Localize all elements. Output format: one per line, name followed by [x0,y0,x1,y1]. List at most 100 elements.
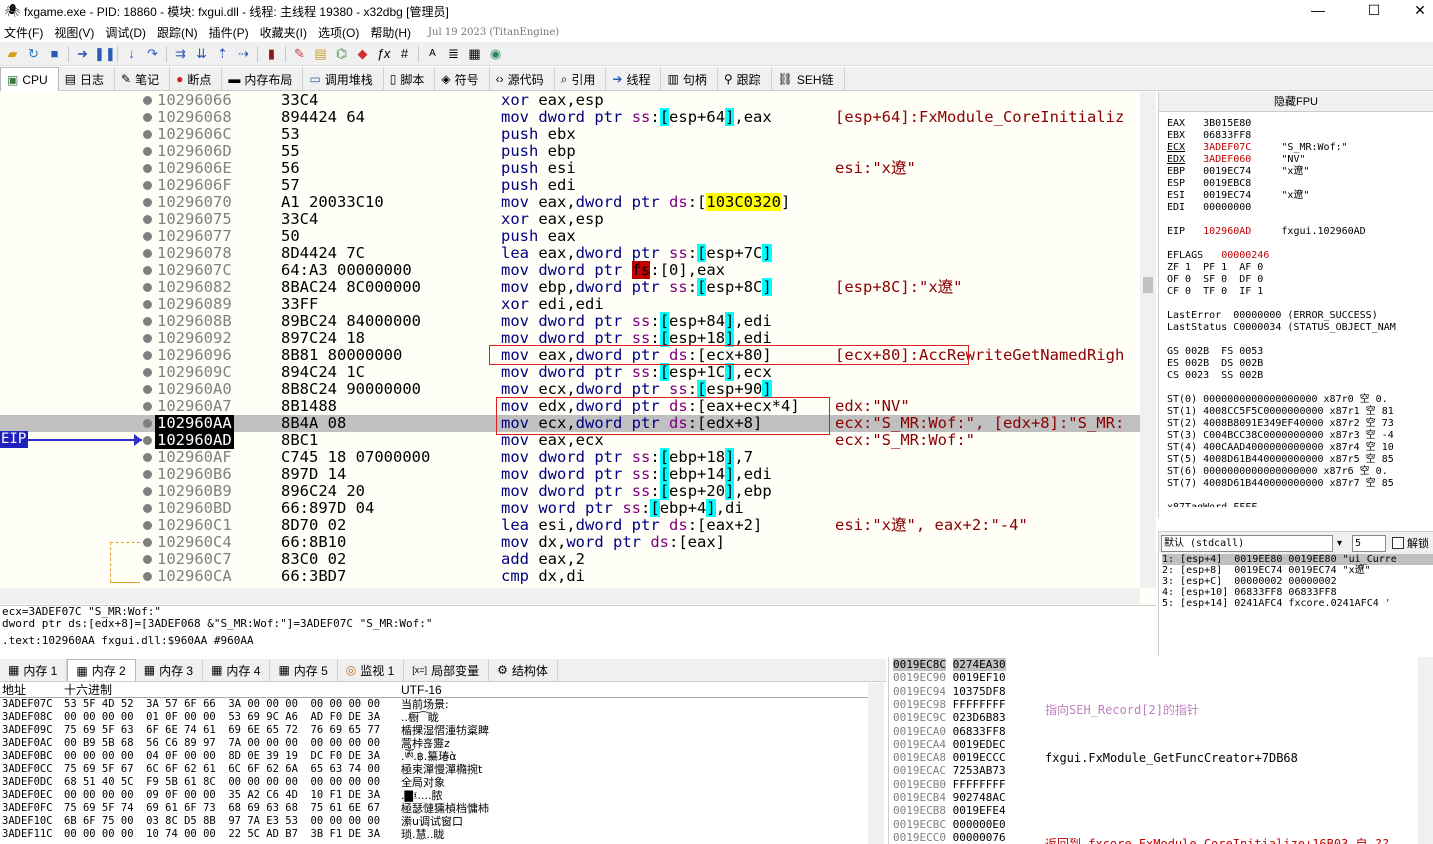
disasm-row[interactable]: 10296089 33FF xor edi,edi [0,296,1140,313]
tab-dump-5[interactable]: ▦ 内存 5 [270,659,338,681]
breakpoint-dot[interactable] [143,504,152,513]
menu-plugins[interactable]: 插件(P) [205,24,256,41]
breakpoint-dot[interactable] [143,130,152,139]
tab-references[interactable]: ⌕ 引用 [555,67,607,91]
stack-vscroll[interactable] [1418,657,1433,844]
register-line[interactable]: EDI 00000000 [1167,202,1433,214]
register-line[interactable]: EFLAGS 00000246 [1167,250,1433,262]
register-line[interactable]: EAX 3B015E80 [1167,118,1433,130]
disasm-row[interactable]: 10296078 8D4424 7C lea eax,dword ptr ss:[e… [0,244,1140,262]
patch-icon[interactable]: ✎ [290,44,309,63]
register-line[interactable] [1167,238,1433,250]
menu-help[interactable]: 帮助(H) [366,24,418,41]
register-line[interactable]: ST(1) 4008CC5F5C0000000000 x87r1 空 81 [1167,406,1433,418]
tab-struct[interactable]: ⚙ 结构体 [489,659,558,681]
register-line[interactable]: ST(4) 400CAAD4000000000000 x87r4 空 10 [1167,442,1433,454]
arg-count-spinner[interactable]: 5 [1352,534,1387,552]
tab-handles[interactable]: ▥ 句柄 [661,67,718,91]
disassembly-view[interactable]: 10296066 33C4 xor eax,esp 10296068 894424 64… [0,92,1156,605]
tab-threads[interactable]: ➔ 线程 [606,67,662,91]
register-line[interactable] [1167,382,1433,394]
maximize-button[interactable]: ☐ [1351,0,1397,22]
breakpoint-dot[interactable] [143,96,152,105]
stack-row[interactable]: 0019ECA8 0019ECCC [893,751,1006,764]
disasm-row[interactable]: 10296082 8BAC24 8C000000 mov ebp,dword ptr… [0,278,1140,296]
run-to-user-code-icon[interactable]: ⇢ [234,44,253,63]
register-line[interactable] [1167,298,1433,310]
register-line[interactable]: ST(3) C004BCC38C0000000000 x87r3 空 -4 [1167,430,1433,442]
dump-row[interactable]: 3ADEF07C 53 5F 4D 52 3A 57 6F 66 3A 00 00… [0,698,870,711]
argument-line[interactable]: 3: [esp+C] 00000002 00000002 [1162,576,1433,587]
stack-row[interactable]: 0019ECAC 7253AB73 [893,764,1006,777]
dump-row[interactable]: 3ADEF0AC 00 B9 5B 68 56 C6 89 97 7A 00 00… [0,737,870,750]
pause-icon[interactable]: ❚❚ [94,44,116,63]
globe-icon[interactable]: ◉ [486,44,505,63]
menu-favourites[interactable]: 收藏夹(I) [256,24,314,41]
dump-row[interactable]: 3ADEF0CC 75 69 5F 67 6C 6F 62 61 6C 6F 62… [0,763,870,776]
stack-row[interactable]: 0019ECA0 06833FF8 [893,725,1006,738]
stack-row[interactable]: 0019ECB4 902748AC [893,791,1006,804]
tab-source[interactable]: ‹› 源代码 [490,67,555,91]
register-line[interactable] [1167,490,1433,502]
stack-row[interactable]: 0019ECBC 000000E0 [893,818,1006,831]
breakpoint-dot[interactable] [143,113,152,122]
run-icon[interactable]: ➜ [73,44,92,63]
step-over-icon[interactable]: ↷ [143,44,162,63]
register-line[interactable]: OF 0 SF 0 DF 0 [1167,274,1433,286]
disasm-row[interactable]: 1029606F 57 push edi [0,177,1140,194]
breakpoint-dot[interactable] [143,283,152,292]
dump-row[interactable]: 3ADEF0BC 00 00 00 00 04 0F 00 00 8D 0E 39… [0,750,870,763]
tab-trace[interactable]: ⚲ 跟踪 [718,67,772,91]
stack-row[interactable]: 0019EC9C 023D6B83 [893,711,1006,724]
disasm-row[interactable]: 102960A0 8B8C24 90000000 mov ecx,dword ptr… [0,380,1140,398]
disasm-row[interactable]: 1029606E 56 push esi esi:"x遼" [0,160,1140,177]
font-icon[interactable]: A [423,44,442,63]
hide-fpu-button[interactable]: 隐藏FPU [1159,92,1433,112]
breakpoint-dot[interactable] [143,334,152,343]
register-line[interactable]: CS 0023 SS 002B [1167,370,1433,382]
disasm-row[interactable]: 102960C4 66:8B10 mov dx,word ptr ds:[eax] [0,534,1140,551]
hash-icon[interactable]: # [395,44,414,63]
dump-row[interactable]: 3ADEF0DC 68 51 40 5C F9 5B 61 8C 00 00 00… [0,776,870,789]
register-line[interactable]: ST(6) 0000000000000000000 x87r6 空 0. [1167,466,1433,478]
disasm-row[interactable]: 10296070 A1 20033C10 mov eax,dword ptr ds:… [0,193,1140,211]
argument-line[interactable]: 1: [esp+4] 0019EE80 0019EE80 "ui_Curre [1162,554,1433,565]
menu-file[interactable]: 文件(F) [0,24,50,41]
register-line[interactable]: x87TagWord FFFF [1167,502,1433,507]
execute-till-return-icon[interactable]: ⇡ [213,44,232,63]
breakpoint-dot[interactable] [143,368,152,377]
register-line[interactable]: EDX 3ADEF060 "NV" [1167,154,1433,166]
tab-dump-1[interactable]: ▦ 内存 1 [0,659,68,681]
tab-dump-2[interactable]: ▦ 内存 2 [67,659,136,681]
close-button[interactable]: ✕ [1397,0,1433,22]
tab-memory-map[interactable]: ▬ 内存布局 [222,67,304,91]
breakpoint-dot[interactable] [143,317,152,326]
breakpoint-dot[interactable] [143,402,152,411]
breakpoint-dot[interactable] [143,147,152,156]
disassembly-hscroll[interactable] [0,588,1140,604]
dump-row[interactable]: 3ADEF08C 00 00 00 00 01 0F 00 00 53 69 9C… [0,711,870,724]
breakpoint-dot[interactable] [143,215,152,224]
breakpoint-dot[interactable] [143,249,152,258]
function-icon[interactable]: ƒx [374,44,393,63]
register-line[interactable]: ST(7) 4008D61B440000000000 x87r7 空 85 [1167,478,1433,490]
hex-dump[interactable]: 地址 十六进制 UTF-16 3ADEF07C 53 5F 4D 52 3A 57… [0,683,886,844]
open-icon[interactable]: ▰ [3,44,22,63]
breakpoint-dot[interactable] [143,385,152,394]
tab-call-stack[interactable]: ▭ 调用堆栈 [303,67,384,91]
trace-into-icon[interactable]: ⇉ [171,44,190,63]
argument-line[interactable]: 5: [esp+14] 0241AFC4 fxcore.0241AFC4 ' [1162,598,1433,609]
disasm-row[interactable]: 102960BD 66:897D 04 mov word ptr ss:[ebp+4… [0,499,1140,517]
breakpoint-dot[interactable] [143,521,152,530]
tab-cpu[interactable]: ▣ CPU [0,67,59,91]
disasm-row[interactable]: 102960C1 8D70 02 lea esi,dword ptr ds:[eax… [0,517,1140,534]
stack-row[interactable]: 0019ECA4 0019EDEC [893,738,1006,751]
register-line[interactable]: ESP 0019EBC8 [1167,178,1433,190]
register-line[interactable]: CF 0 TF 0 IF 1 [1167,286,1433,298]
breakpoint-dot[interactable] [143,266,152,275]
tab-locals[interactable]: [x=] 局部变量 [404,659,490,681]
label-icon[interactable]: ⌬ [332,44,351,63]
stack-row[interactable]: 0019EC8C 0274EA30 [893,658,1006,671]
register-line[interactable]: EIP 102960AD fxgui.102960AD [1167,226,1433,238]
breakpoint-dot[interactable] [143,164,152,173]
